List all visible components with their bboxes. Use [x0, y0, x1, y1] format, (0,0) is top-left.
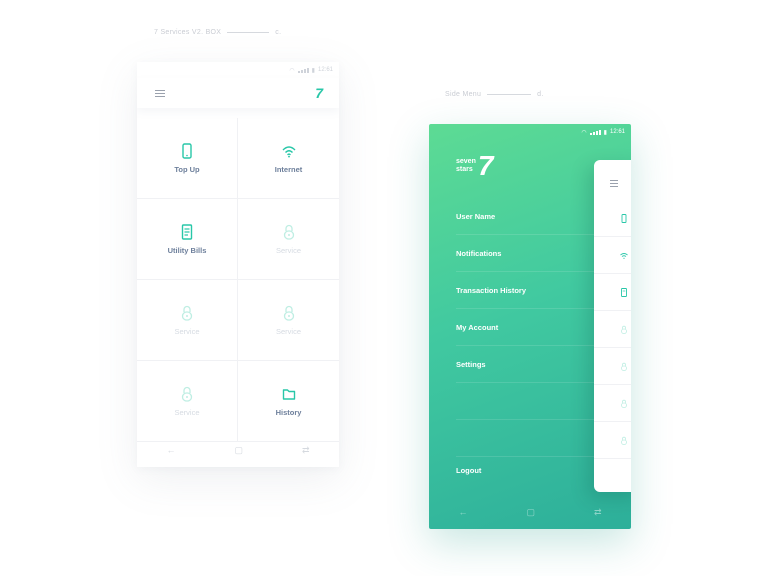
caption-services: 7 Services V2. BOX c.	[154, 29, 281, 36]
lock-icon	[283, 224, 294, 240]
menu-divider	[456, 420, 606, 457]
app-header: 7	[137, 78, 339, 108]
signal-icon	[589, 129, 601, 135]
status-bar: ◠ ▮ 12:61	[429, 124, 631, 140]
back-icon[interactable]: ←	[166, 445, 175, 455]
lock-icon	[181, 305, 193, 321]
menu-icon[interactable]	[155, 89, 165, 97]
bill-icon	[181, 223, 193, 240]
tile-utility-bills[interactable]: Utility Bills	[137, 199, 238, 280]
caption-divider	[227, 32, 270, 33]
lock-icon	[621, 325, 627, 334]
menu-item-my-account[interactable]: My Account	[456, 309, 606, 346]
lock-icon	[621, 436, 627, 445]
tile-label: Internet	[274, 164, 303, 174]
menu-item-transaction-history[interactable]: Transaction History	[456, 272, 606, 309]
home-icon[interactable]: ▢	[234, 445, 243, 456]
menu-icon[interactable]	[610, 180, 618, 187]
brand-line-1: seven	[456, 158, 476, 165]
caption-side-menu-letter: d.	[537, 91, 544, 98]
tile-top-up[interactable]: Top Up	[137, 118, 238, 199]
tile-label: Top Up	[174, 164, 200, 174]
lock-icon	[621, 399, 627, 408]
caption-services-title: 7 Services V2. BOX	[154, 29, 222, 36]
tile-service-locked: Service	[238, 199, 339, 280]
back-icon[interactable]: ←	[458, 507, 467, 517]
tile-history[interactable]: History	[238, 361, 339, 442]
menu-item-settings[interactable]: Settings	[456, 346, 606, 383]
lock-icon	[283, 305, 294, 321]
menu-item-user-name[interactable]: User Name	[456, 198, 606, 235]
bill-icon	[621, 287, 627, 297]
brand-line-2: stars	[456, 166, 473, 173]
status-bar: ◠ ▮ 12:61	[137, 62, 339, 78]
tile-label: Service	[174, 326, 200, 336]
tile-label: Service	[174, 407, 200, 417]
phone-icon	[182, 142, 192, 159]
peek-row	[594, 237, 631, 274]
phone-icon	[621, 213, 627, 223]
wifi-icon	[620, 252, 628, 259]
tile-service-locked: Service	[137, 280, 238, 361]
caption-divider	[487, 94, 532, 95]
tile-service-locked: Service	[137, 361, 238, 442]
main-content-peek[interactable]	[594, 160, 631, 492]
caption-side-menu: Side Menu d.	[445, 91, 544, 98]
caption-side-menu-title: Side Menu	[445, 91, 482, 98]
peek-row	[594, 311, 631, 348]
menu-item-notifications[interactable]: Notifications	[456, 235, 606, 272]
tile-internet[interactable]: Internet	[238, 118, 339, 199]
tile-label: Service	[275, 326, 301, 336]
side-menu-list: User Name Notifications Transaction Hist…	[456, 198, 606, 457]
brand-wordmark: seven stars	[456, 158, 476, 174]
status-time: 12:61	[317, 67, 333, 73]
logout-button[interactable]: Logout	[456, 466, 481, 475]
services-grid: Top Up Internet Utility Bills Service Se…	[137, 118, 339, 442]
system-nav-bar: ← ▢ ⇄	[429, 495, 631, 529]
brand-mark: 7	[477, 150, 494, 181]
lock-icon	[181, 386, 193, 402]
tile-service-locked: Service	[238, 280, 339, 361]
status-time: 12:61	[609, 129, 625, 135]
peek-row	[594, 200, 631, 237]
home-icon[interactable]: ▢	[526, 507, 535, 518]
tile-label: Utility Bills	[167, 245, 207, 255]
services-screen: ◠ ▮ 12:61 7 Top Up Internet Utility Bill	[137, 62, 339, 467]
wifi-status-icon: ◠	[289, 67, 295, 74]
tile-label: Service	[275, 245, 301, 255]
lock-icon	[621, 362, 627, 371]
app-logo: 7	[315, 85, 323, 101]
tile-label: History	[275, 407, 302, 417]
peek-row	[594, 274, 631, 311]
battery-icon: ▮	[311, 67, 315, 74]
peek-row	[594, 385, 631, 422]
wifi-icon	[282, 145, 295, 157]
signal-icon	[297, 67, 309, 73]
folder-icon	[282, 388, 295, 400]
canvas: 7 Services V2. BOX c. Side Menu d. ◠ ▮ 1…	[0, 0, 768, 576]
side-menu-screen: ◠ ▮ 12:61 seven stars 7 User Name Notifi…	[429, 124, 631, 529]
wifi-status-icon: ◠	[581, 129, 587, 136]
system-nav-bar: ← ▢ ⇄	[137, 433, 339, 467]
menu-divider	[456, 383, 606, 420]
recent-apps-icon[interactable]: ⇄	[302, 445, 310, 456]
recent-apps-icon[interactable]: ⇄	[594, 507, 602, 518]
caption-services-letter: c.	[275, 29, 282, 36]
battery-icon: ▮	[603, 129, 607, 136]
peek-row	[594, 348, 631, 385]
peek-row	[594, 422, 631, 459]
brand-logo: seven stars 7	[456, 152, 493, 180]
